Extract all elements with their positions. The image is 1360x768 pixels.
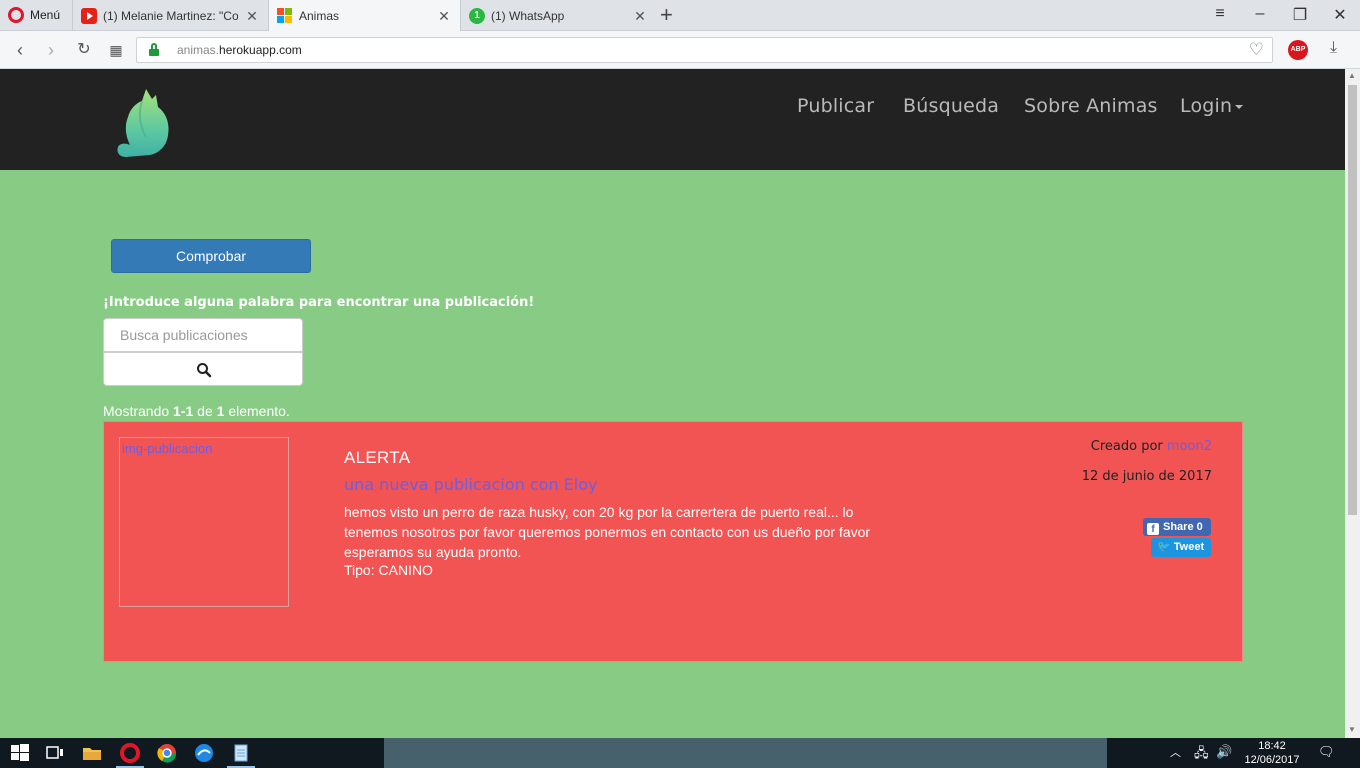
clock-time: 18:42 xyxy=(1258,740,1286,752)
search-button[interactable] xyxy=(103,352,303,386)
login-label: Login xyxy=(1180,95,1233,117)
publication-type: ALERTA xyxy=(344,448,411,467)
page-scrollbar[interactable]: ▲ ▼ xyxy=(1345,69,1360,738)
show-hidden-icons-icon[interactable]: ︿ xyxy=(1170,744,1181,760)
network-icon[interactable]: 🖧 xyxy=(1194,744,1209,766)
download-icon[interactable]: ⤓ xyxy=(1330,39,1337,57)
publication-card: img-publicacion ALERTA una nueva publica… xyxy=(103,421,1243,662)
tab-menu-icon[interactable]: ≡ xyxy=(1210,5,1230,23)
opera-menu-label: Menú xyxy=(30,8,61,22)
image-alt-text: img-publicacion xyxy=(122,441,213,456)
chrome-icon[interactable] xyxy=(157,743,177,763)
nav-busqueda-link[interactable]: Búsqueda xyxy=(903,95,999,117)
app-icon[interactable] xyxy=(194,743,214,763)
new-tab-icon[interactable]: + xyxy=(660,4,673,26)
facebook-icon: f xyxy=(1147,523,1159,535)
opera-logo-icon xyxy=(8,7,24,23)
opera-taskbar-icon[interactable] xyxy=(120,743,140,763)
scroll-down-icon[interactable]: ▼ xyxy=(1348,725,1356,734)
windows-taskbar: ︿ 🖧 🔊 18:42 12/06/2017 🗨 xyxy=(0,738,1360,768)
file-explorer-icon[interactable] xyxy=(82,743,102,763)
comprobar-button[interactable]: Comprobar xyxy=(111,239,311,273)
speed-dial-icon[interactable]: ▦ xyxy=(105,39,127,61)
publication-date: 12 de junio de 2017 xyxy=(1081,469,1212,484)
whatsapp-icon: 1 xyxy=(469,7,485,24)
scroll-up-icon[interactable]: ▲ xyxy=(1348,71,1356,80)
site-icon xyxy=(277,8,293,24)
reload-icon[interactable]: ↻ xyxy=(73,39,95,61)
close-tab-icon[interactable]: ✕ xyxy=(436,8,452,24)
forward-icon[interactable]: › xyxy=(40,39,62,61)
search-input[interactable]: Busca publicaciones xyxy=(103,318,303,352)
url-text: animas.herokuapp.com xyxy=(177,43,302,57)
lock-icon xyxy=(149,43,159,56)
adblock-icon[interactable]: ABP xyxy=(1288,40,1308,60)
tab-whatsapp[interactable]: 1 (1) WhatsApp ✕ xyxy=(460,0,656,31)
tab-animas[interactable]: Animas ✕ xyxy=(268,0,460,32)
browser-toolbar: ‹ › ↻ ▦ animas.herokuapp.com ♡ ABP ⤓ xyxy=(0,31,1360,69)
close-tab-icon[interactable]: ✕ xyxy=(632,8,648,24)
youtube-icon xyxy=(81,7,97,24)
taskbar-empty-area xyxy=(384,738,1107,768)
page-viewport: Publicar Búsqueda Sobre Animas Login Com… xyxy=(0,69,1345,738)
tab-youtube[interactable]: (1) Melanie Martinez: "Cougar" ✕ xyxy=(72,0,268,31)
publication-title-link[interactable]: una nueva publicacion con Eloy xyxy=(344,475,597,494)
system-clock[interactable]: 18:42 12/06/2017 xyxy=(1240,739,1304,767)
tab-title: (1) WhatsApp xyxy=(491,8,565,23)
publication-kind: Tipo: CANINO xyxy=(344,562,433,578)
volume-icon[interactable]: 🔊 xyxy=(1216,744,1232,760)
results-summary: Mostrando 1-1 de 1 elemento. xyxy=(103,403,290,419)
clock-date: 12/06/2017 xyxy=(1244,754,1300,766)
publication-description: hemos visto un perro de raza husky, con … xyxy=(344,504,871,560)
caret-down-icon xyxy=(1235,104,1244,109)
nav-login-dropdown[interactable]: Login xyxy=(1180,95,1244,117)
windows-start-icon[interactable] xyxy=(10,743,30,763)
animas-fox-logo[interactable] xyxy=(112,87,176,159)
site-navbar: Publicar Búsqueda Sobre Animas Login xyxy=(0,69,1345,170)
bookmark-heart-icon[interactable]: ♡ xyxy=(1249,40,1264,60)
notifications-icon[interactable]: 🗨 xyxy=(1318,744,1335,760)
browser-tab-strip: Menú (1) Melanie Martinez: "Cougar" ✕ An… xyxy=(0,0,1360,32)
search-intro-text: ¡Introduce alguna palabra para encontrar… xyxy=(103,295,535,310)
close-window-icon[interactable]: ✕ xyxy=(1330,5,1350,25)
search-icon xyxy=(197,363,212,378)
facebook-share-button[interactable]: f Share 0 xyxy=(1143,518,1211,536)
minimize-icon[interactable]: – xyxy=(1250,5,1270,23)
tab-title: Animas xyxy=(299,9,340,23)
task-view-icon[interactable] xyxy=(45,743,65,763)
created-by: Creado por moon2 xyxy=(1090,439,1212,454)
back-icon[interactable]: ‹ xyxy=(9,39,31,61)
address-bar[interactable]: animas.herokuapp.com ♡ xyxy=(136,37,1273,63)
nav-publicar-link[interactable]: Publicar xyxy=(797,95,874,117)
restore-icon[interactable]: ❐ xyxy=(1290,5,1310,25)
close-tab-icon[interactable]: ✕ xyxy=(244,8,260,24)
tab-title: (1) Melanie Martinez: "Cougar" xyxy=(103,8,238,23)
notepad-icon[interactable] xyxy=(231,743,251,763)
opera-menu-button[interactable]: Menú xyxy=(8,7,60,23)
tweet-button[interactable]: 🐦 Tweet xyxy=(1151,538,1211,557)
publication-image[interactable]: img-publicacion xyxy=(119,437,289,607)
author-link[interactable]: moon2 xyxy=(1167,439,1212,454)
nav-sobre-animas-link[interactable]: Sobre Animas xyxy=(1024,95,1158,117)
scroll-thumb[interactable] xyxy=(1348,85,1357,515)
twitter-bird-icon: 🐦 xyxy=(1157,541,1174,553)
